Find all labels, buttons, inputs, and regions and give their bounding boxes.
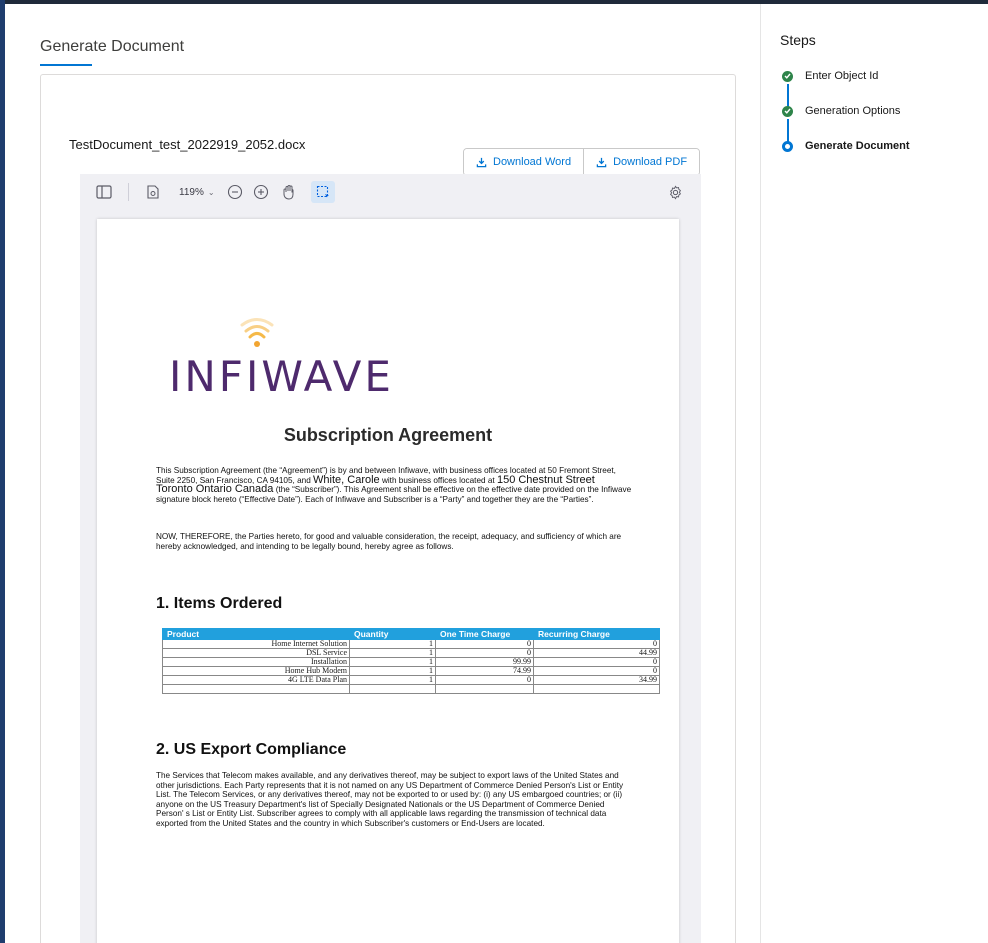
download-pdf-label: Download PDF — [613, 156, 688, 168]
download-icon — [596, 157, 607, 167]
table-cell: 0 — [435, 675, 534, 685]
table-cell: 1 — [349, 666, 436, 676]
steps-sidebar: Steps Enter Object Id Generation Options… — [760, 4, 988, 943]
section-export-compliance-heading: 2. US Export Compliance — [156, 741, 347, 758]
table-cell: 74.99 — [435, 666, 534, 676]
table-row: Home Internet Solution 1 0 0 — [162, 639, 660, 649]
zoom-in-icon[interactable] — [251, 182, 271, 202]
download-button-group: Download Word Download PDF — [463, 148, 701, 176]
step-enter-object-id: Enter Object Id — [782, 70, 878, 82]
table-cell — [435, 684, 534, 694]
title-underline — [40, 64, 92, 66]
table-cell: 44.99 — [533, 648, 660, 658]
table-row: 4G LTE Data Plan 1 0 34.99 — [162, 675, 660, 685]
table-cell: 1 — [349, 648, 436, 658]
hand-tool-icon[interactable] — [279, 182, 299, 202]
table-cell: 0 — [533, 657, 660, 667]
table-cell — [162, 684, 350, 694]
table-cell: 4G LTE Data Plan — [162, 675, 350, 685]
select-tool-icon[interactable] — [310, 181, 335, 203]
wifi-logo-icon — [240, 318, 274, 347]
viewer-toolbar: 119% ⌄ — [80, 174, 701, 210]
main-panel: Generate Document TestDocument_test_2022… — [6, 4, 760, 943]
window-left-edge — [0, 0, 5, 943]
section-items-ordered-heading: 1. Items Ordered — [156, 595, 283, 612]
toolbar-divider — [128, 183, 129, 201]
gear-icon[interactable] — [665, 182, 685, 202]
check-icon — [782, 105, 793, 117]
table-cell: 0 — [435, 639, 534, 649]
document-page: INFIWAVE Subscription Agreement This Sub… — [97, 219, 679, 943]
table-header-quantity: Quantity — [349, 628, 436, 640]
step-label: Enter Object Id — [805, 70, 879, 82]
table-cell: 1 — [349, 675, 436, 685]
table-row: Installation 1 99.99 0 — [162, 657, 660, 667]
zoom-value: 119% — [179, 186, 204, 198]
page-title: Generate Document — [40, 38, 185, 55]
download-word-label: Download Word — [493, 156, 572, 168]
company-logo-text: INFIWAVE — [169, 352, 394, 401]
table-header-recurring: Recurring Charge — [533, 628, 660, 640]
items-table: Product Quantity One Time Charge Recurri… — [162, 628, 660, 694]
document-title: Subscription Agreement — [283, 425, 493, 445]
download-icon — [476, 157, 487, 167]
steps-title: Steps — [780, 32, 816, 48]
table-row: Home Hub Modem 1 74.99 0 — [162, 666, 660, 676]
intro-text-b: with business offices located at — [379, 475, 497, 485]
document-card: TestDocument_test_2022919_2052.docx Down… — [40, 74, 736, 943]
table-cell: 1 — [349, 639, 436, 649]
now-therefore-paragraph: NOW, THEREFORE, the Parties hereto, for … — [156, 532, 622, 551]
step-generate-document: Generate Document — [782, 140, 910, 152]
step-label: Generate Document — [805, 140, 910, 152]
download-pdf-button[interactable]: Download PDF — [583, 149, 700, 175]
zoom-select[interactable]: 119% ⌄ — [179, 187, 215, 198]
step-label: Generation Options — [805, 105, 901, 117]
document-properties-icon[interactable] — [143, 182, 163, 202]
subscriber-name: White, Carole — [313, 473, 380, 486]
zoom-out-icon[interactable] — [225, 182, 245, 202]
step-generation-options: Generation Options — [782, 105, 900, 117]
intro-paragraph: This Subscription Agreement (the “Agreem… — [156, 466, 634, 504]
table-cell — [349, 684, 436, 694]
current-step-icon — [782, 140, 793, 152]
table-header-product: Product — [162, 628, 350, 640]
export-compliance-paragraph: The Services that Telecom makes availabl… — [156, 771, 624, 828]
table-cell: 1 — [349, 657, 436, 667]
table-cell — [533, 684, 660, 694]
document-viewer: 119% ⌄ INFIWAVE Subscription Agreement T… — [80, 174, 701, 943]
download-word-button[interactable]: Download Word — [464, 149, 584, 175]
table-row: DSL Service 1 0 44.99 — [162, 648, 660, 658]
check-icon — [782, 70, 793, 82]
sidebar-toggle-icon[interactable] — [94, 182, 114, 202]
table-row — [162, 684, 660, 694]
table-cell: 34.99 — [533, 675, 660, 685]
document-filename: TestDocument_test_2022919_2052.docx — [69, 137, 306, 152]
table-header-one-time: One Time Charge — [435, 628, 534, 640]
chevron-down-icon: ⌄ — [207, 187, 215, 197]
